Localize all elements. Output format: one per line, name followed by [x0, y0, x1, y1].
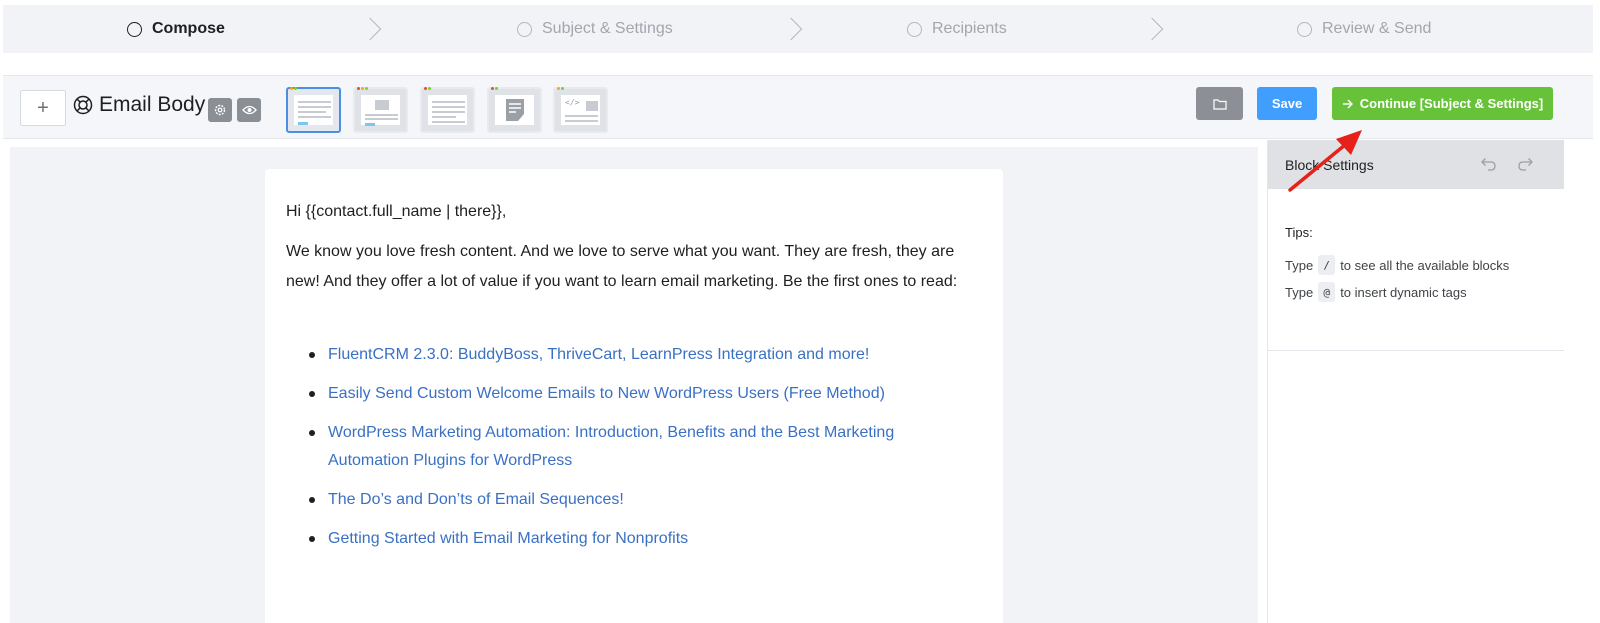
lifebuoy-icon	[73, 95, 93, 115]
circle-icon	[127, 21, 142, 37]
body-paragraph[interactable]: We know you love fresh content. And we l…	[286, 237, 976, 297]
templates-folder-button[interactable]	[1196, 87, 1243, 120]
tip-prefix: Type	[1285, 257, 1314, 273]
arrow-right-icon	[1342, 99, 1353, 108]
article-link[interactable]: FluentCRM 2.3.0: BuddyBoss, ThriveCart, …	[309, 341, 968, 369]
at-key: @	[1318, 282, 1336, 302]
image-placeholder-icon	[586, 101, 598, 111]
template-thumbnail[interactable]	[286, 87, 341, 133]
gear-icon	[214, 104, 226, 116]
circle-icon	[517, 21, 532, 37]
continue-label: Continue [Subject & Settings]	[1359, 96, 1544, 111]
step-label: Review & Send	[1322, 20, 1432, 37]
save-button[interactable]: Save	[1257, 87, 1317, 120]
editor-canvas: Hi {{contact.full_name | there}}, We kno…	[10, 147, 1258, 623]
document-icon	[506, 99, 524, 121]
tip-text: to insert dynamic tags	[1340, 284, 1467, 300]
slash-key: /	[1318, 255, 1336, 275]
tips-heading: Tips:	[1285, 225, 1313, 240]
article-link[interactable]: Getting Started with Email Marketing for…	[309, 525, 968, 553]
undo-icon[interactable]	[1479, 155, 1497, 173]
circle-icon	[1297, 21, 1312, 37]
chevron-right-icon	[779, 17, 803, 41]
continue-button[interactable]: Continue [Subject & Settings]	[1332, 87, 1553, 120]
folder-icon	[1212, 98, 1227, 110]
tip-prefix: Type	[1285, 284, 1314, 300]
tip-at: Type @ to insert dynamic tags	[1285, 282, 1467, 302]
chevron-right-icon	[358, 17, 382, 41]
circle-icon	[907, 21, 922, 37]
template-thumbnail[interactable]	[487, 87, 542, 133]
article-link[interactable]: WordPress Marketing Automation: Introduc…	[309, 419, 968, 475]
chevron-right-icon	[1140, 17, 1164, 41]
step-label: Compose	[152, 20, 225, 37]
greeting-text[interactable]: Hi {{contact.full_name | there}},	[286, 203, 506, 221]
template-thumbnail[interactable]	[353, 87, 408, 133]
image-placeholder-icon	[375, 100, 389, 110]
progress-stepper: Compose Subject & Settings Recipients Re…	[3, 5, 1593, 53]
step-subject-settings[interactable]: Subject & Settings	[517, 5, 673, 53]
template-thumbnail[interactable]	[420, 87, 475, 133]
panel-title: Block Settings	[1285, 157, 1374, 173]
article-link-list: FluentCRM 2.3.0: BuddyBoss, ThriveCart, …	[309, 341, 968, 564]
step-recipients[interactable]: Recipients	[907, 5, 1007, 53]
step-label: Subject & Settings	[542, 20, 673, 37]
eye-icon	[241, 105, 257, 115]
panel-header: Block Settings	[1268, 140, 1564, 189]
article-link[interactable]: The Do’s and Don’ts of Email Sequences!	[309, 486, 968, 514]
tip-text: to see all the available blocks	[1340, 257, 1510, 273]
panel-divider	[1268, 350, 1564, 351]
template-thumbnail[interactable]: </>	[553, 87, 608, 133]
email-body-title: Email Body	[99, 93, 206, 116]
step-compose[interactable]: Compose	[127, 5, 225, 53]
step-review-send[interactable]: Review & Send	[1297, 5, 1431, 53]
tip-slash: Type / to see all the available blocks	[1285, 255, 1509, 275]
redo-icon[interactable]	[1517, 155, 1535, 173]
body-settings-button[interactable]	[208, 98, 232, 122]
block-settings-panel: Block Settings Tips: Type / to see all t…	[1267, 140, 1564, 623]
step-label: Recipients	[932, 20, 1007, 37]
article-link[interactable]: Easily Send Custom Welcome Emails to New…	[309, 380, 968, 408]
add-block-button[interactable]: +	[20, 90, 66, 126]
preview-button[interactable]	[237, 98, 261, 122]
email-body-block[interactable]: Hi {{contact.full_name | there}}, We kno…	[265, 169, 1003, 623]
code-icon: </>	[565, 98, 580, 107]
editor-toolbar: + Email Body </> Save Continue [Subject …	[3, 75, 1593, 139]
